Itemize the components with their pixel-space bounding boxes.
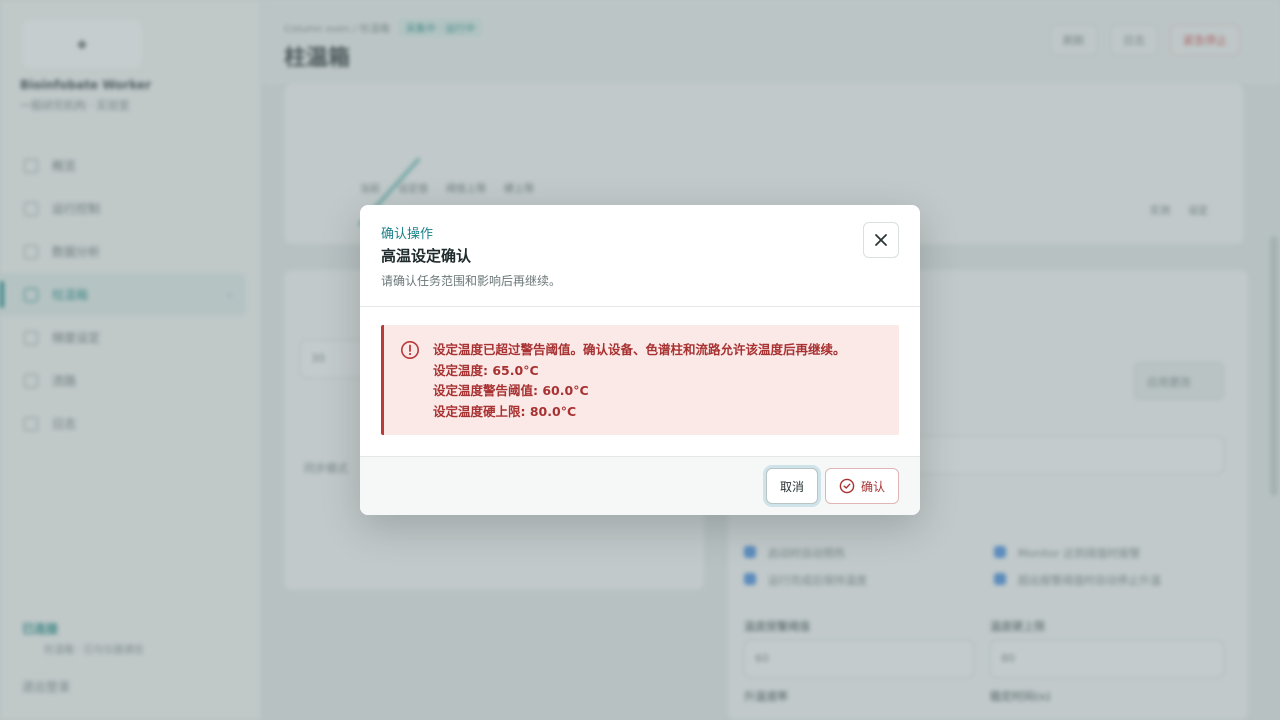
cancel-button[interactable]: 取消 — [766, 468, 818, 504]
dialog-eyebrow: 确认操作 — [381, 227, 434, 242]
alert-line-main: 设定温度已超过警告阈值。确认设备、色谱柱和流路允许该温度后再继续。 — [433, 342, 846, 357]
alert-line-setpoint: 设定温度: 65.0°C — [433, 362, 539, 378]
confirm-dialog: 确认操作 高温设定确认 请确认任务范围和影响后再继续。 设定温度已超过警告阈值。… — [360, 205, 920, 515]
check-circle-icon — [839, 478, 855, 494]
alert-message: 设定温度已超过警告阈值。确认设备、色谱柱和流路允许该温度后再继续。 设定温度: … — [433, 340, 846, 422]
dialog-title: 高温设定确认 — [381, 247, 472, 265]
dialog-header: 确认操作 高温设定确认 请确认任务范围和影响后再继续。 — [360, 205, 920, 307]
warning-alert: 设定温度已超过警告阈值。确认设备、色谱柱和流路允许该温度后再继续。 设定温度: … — [381, 325, 899, 435]
confirm-label: 确认 — [860, 479, 885, 494]
dialog-description: 请确认任务范围和影响后再继续。 — [381, 274, 562, 288]
alert-line-hard-limit: 设定温度硬上限: 80.0°C — [433, 403, 577, 419]
close-icon — [875, 234, 887, 246]
close-button[interactable] — [863, 222, 899, 258]
confirm-button[interactable]: 确认 — [825, 468, 899, 504]
dialog-body: 设定温度已超过警告阈值。确认设备、色谱柱和流路允许该温度后再继续。 设定温度: … — [360, 307, 920, 456]
dialog-footer: 取消 确认 — [360, 456, 920, 515]
alert-circle-icon — [401, 341, 419, 359]
alert-line-warning-threshold: 设定温度警告阈值: 60.0°C — [433, 383, 589, 398]
